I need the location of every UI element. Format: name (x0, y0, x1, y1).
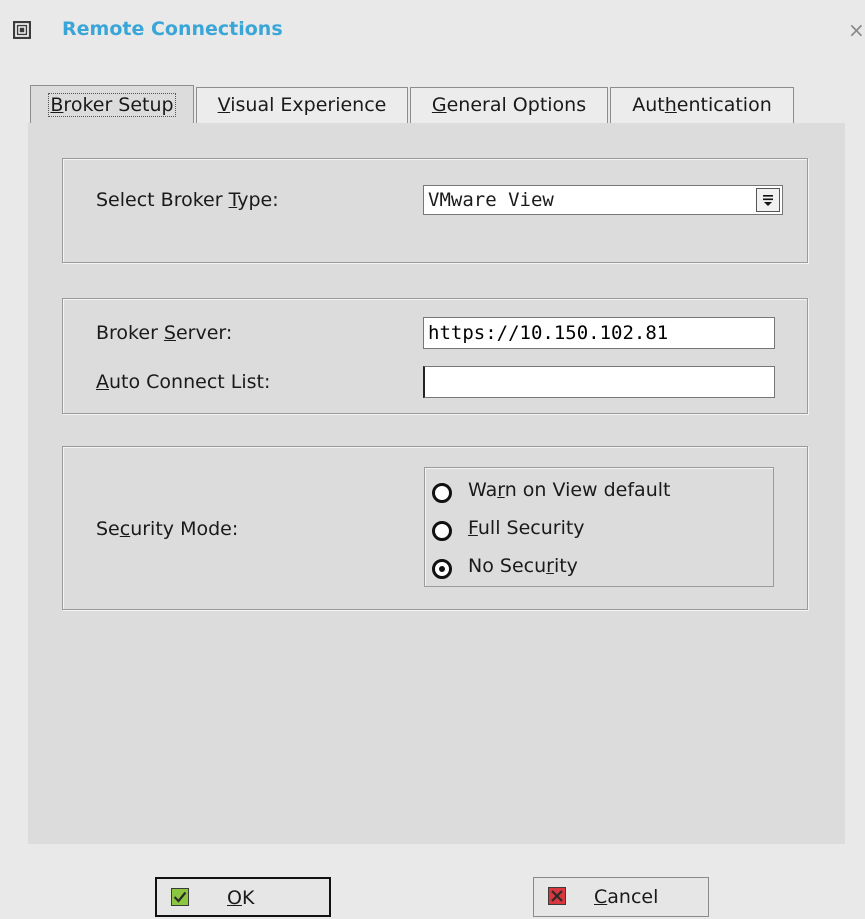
broker-type-label: Select Broker Type: (96, 189, 279, 211)
broker-type-select[interactable]: VMware View (423, 185, 783, 215)
security-mode-label: Security Mode: (96, 518, 239, 540)
radio-warn-label: Warn on View default (468, 479, 671, 501)
radio-checked-icon (432, 559, 452, 579)
ok-button-label: OK (227, 887, 255, 909)
radio-full-security-label: Full Security (468, 517, 585, 539)
tab-visual-experience-label: Visual Experience (217, 94, 387, 116)
cancel-button[interactable]: Cancel (533, 877, 709, 917)
broker-type-value: VMware View (428, 189, 554, 211)
tab-broker-setup[interactable]: Broker Setup (30, 85, 194, 123)
check-icon (171, 888, 189, 906)
dropdown-arrow-icon[interactable] (756, 188, 780, 212)
tab-authentication[interactable]: Authentication (610, 87, 794, 123)
auto-connect-field[interactable] (423, 366, 775, 398)
radio-unchecked-icon (432, 483, 452, 503)
tab-visual-experience[interactable]: Visual Experience (196, 87, 408, 123)
radio-unchecked-icon (432, 521, 452, 541)
broker-server-label: Broker Server: (96, 322, 233, 344)
window-app-icon (13, 21, 31, 39)
radio-no-security-label: No Security (468, 555, 578, 577)
close-icon[interactable]: × (848, 18, 865, 42)
broker-server-field[interactable] (423, 317, 775, 349)
tab-general-options-label: General Options (431, 94, 587, 116)
tab-broker-setup-label: Broker Setup (48, 93, 176, 117)
auto-connect-label: Auto Connect List: (96, 371, 271, 393)
window-title: Remote Connections (62, 18, 283, 40)
ok-button[interactable]: OK (155, 877, 331, 917)
tab-authentication-label: Authentication (632, 94, 772, 116)
cancel-button-label: Cancel (594, 886, 659, 908)
cancel-x-icon (548, 887, 566, 905)
tab-general-options[interactable]: General Options (410, 87, 608, 123)
